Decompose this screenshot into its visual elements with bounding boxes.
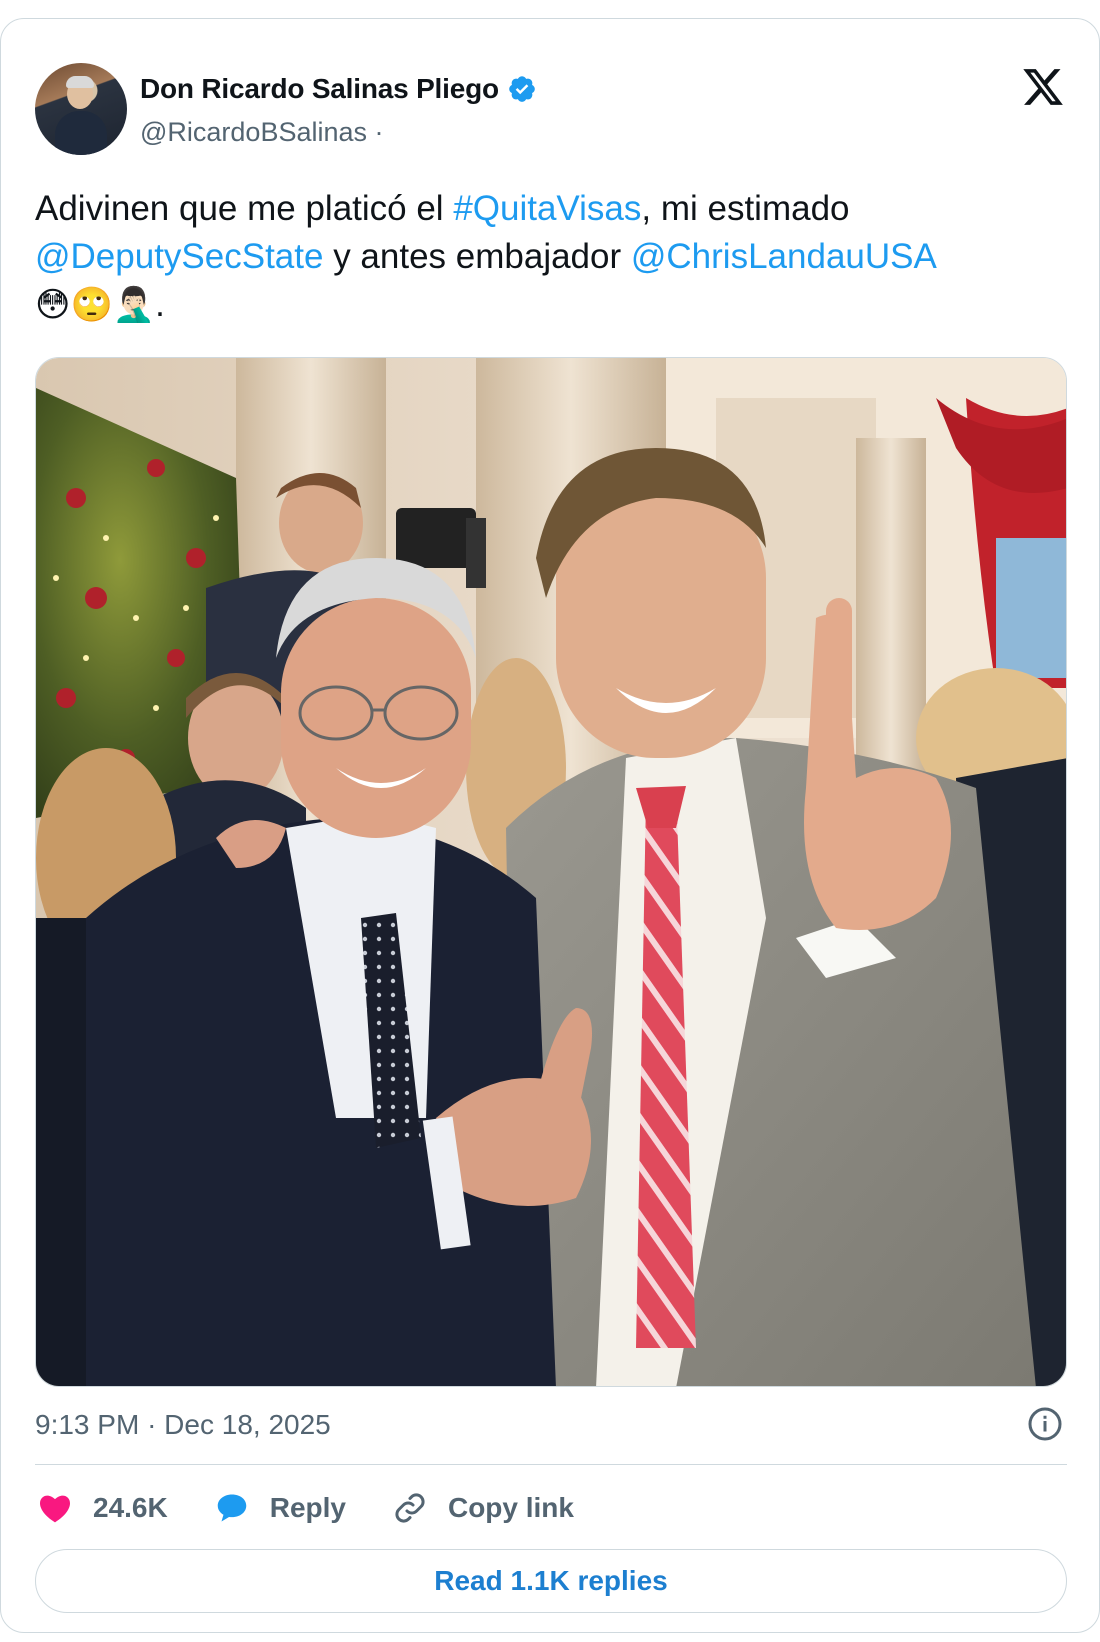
tweet-timestamp[interactable]: 9:13 PM · Dec 18, 2025 [35, 1409, 331, 1441]
tweet-emojis: 😳🙄🤦🏻‍♂️ [35, 285, 156, 325]
author-name-row[interactable]: Don Ricardo Salinas Pliego [140, 73, 537, 105]
reply-label: Reply [269, 1492, 346, 1523]
handle-separator: · [374, 117, 384, 147]
meta-separator: · [147, 1409, 157, 1440]
author-handle-row[interactable]: @RicardoBSalinas · [140, 117, 384, 148]
read-replies-button[interactable]: Read 1.1K replies [35, 1549, 1067, 1613]
tweet-date[interactable]: Dec 18, 2025 [164, 1409, 331, 1440]
mention-link-deputysecstate[interactable]: @DeputySecState [35, 237, 323, 276]
author-handle[interactable]: @RicardoBSalinas [140, 117, 367, 147]
hashtag-link[interactable]: #QuitaVisas [453, 189, 641, 228]
tweet-photo[interactable] [35, 357, 1067, 1387]
like-button[interactable]: 24.6K [37, 1490, 168, 1526]
heart-icon [40, 1495, 70, 1523]
photo-image [36, 358, 1066, 1386]
verified-badge-icon [509, 76, 535, 102]
tweet-card: Don Ricardo Salinas Pliego @RicardoBSali… [0, 18, 1100, 1633]
action-bar: 24.6K Reply Copy link [37, 1487, 620, 1529]
copy-link-label: Copy link [447, 1492, 574, 1523]
link-icon [395, 1493, 425, 1523]
mention-link-chrislandauusa[interactable]: @ChrisLandauUSA [631, 237, 937, 276]
tweet-text-part: y antes embajador [323, 237, 631, 276]
tweet-text-part: , mi estimado [641, 189, 850, 228]
reply-bubble-icon [217, 1494, 246, 1522]
like-count: 24.6K [93, 1492, 168, 1523]
tweet-text: Adivinen que me platicó el #QuitaVisas, … [35, 185, 1065, 329]
author-display-name[interactable]: Don Ricardo Salinas Pliego [140, 73, 499, 105]
divider [35, 1464, 1067, 1465]
reply-button[interactable]: Reply [214, 1490, 346, 1526]
x-logo-icon[interactable] [1021, 65, 1065, 109]
tweet-time[interactable]: 9:13 PM [35, 1409, 139, 1440]
info-icon[interactable] [1027, 1406, 1063, 1442]
avatar[interactable] [35, 63, 127, 155]
tweet-text-part: Adivinen que me platicó el [35, 189, 454, 228]
copy-link-button[interactable]: Copy link [392, 1490, 574, 1526]
tweet-text-end: . [155, 285, 165, 324]
